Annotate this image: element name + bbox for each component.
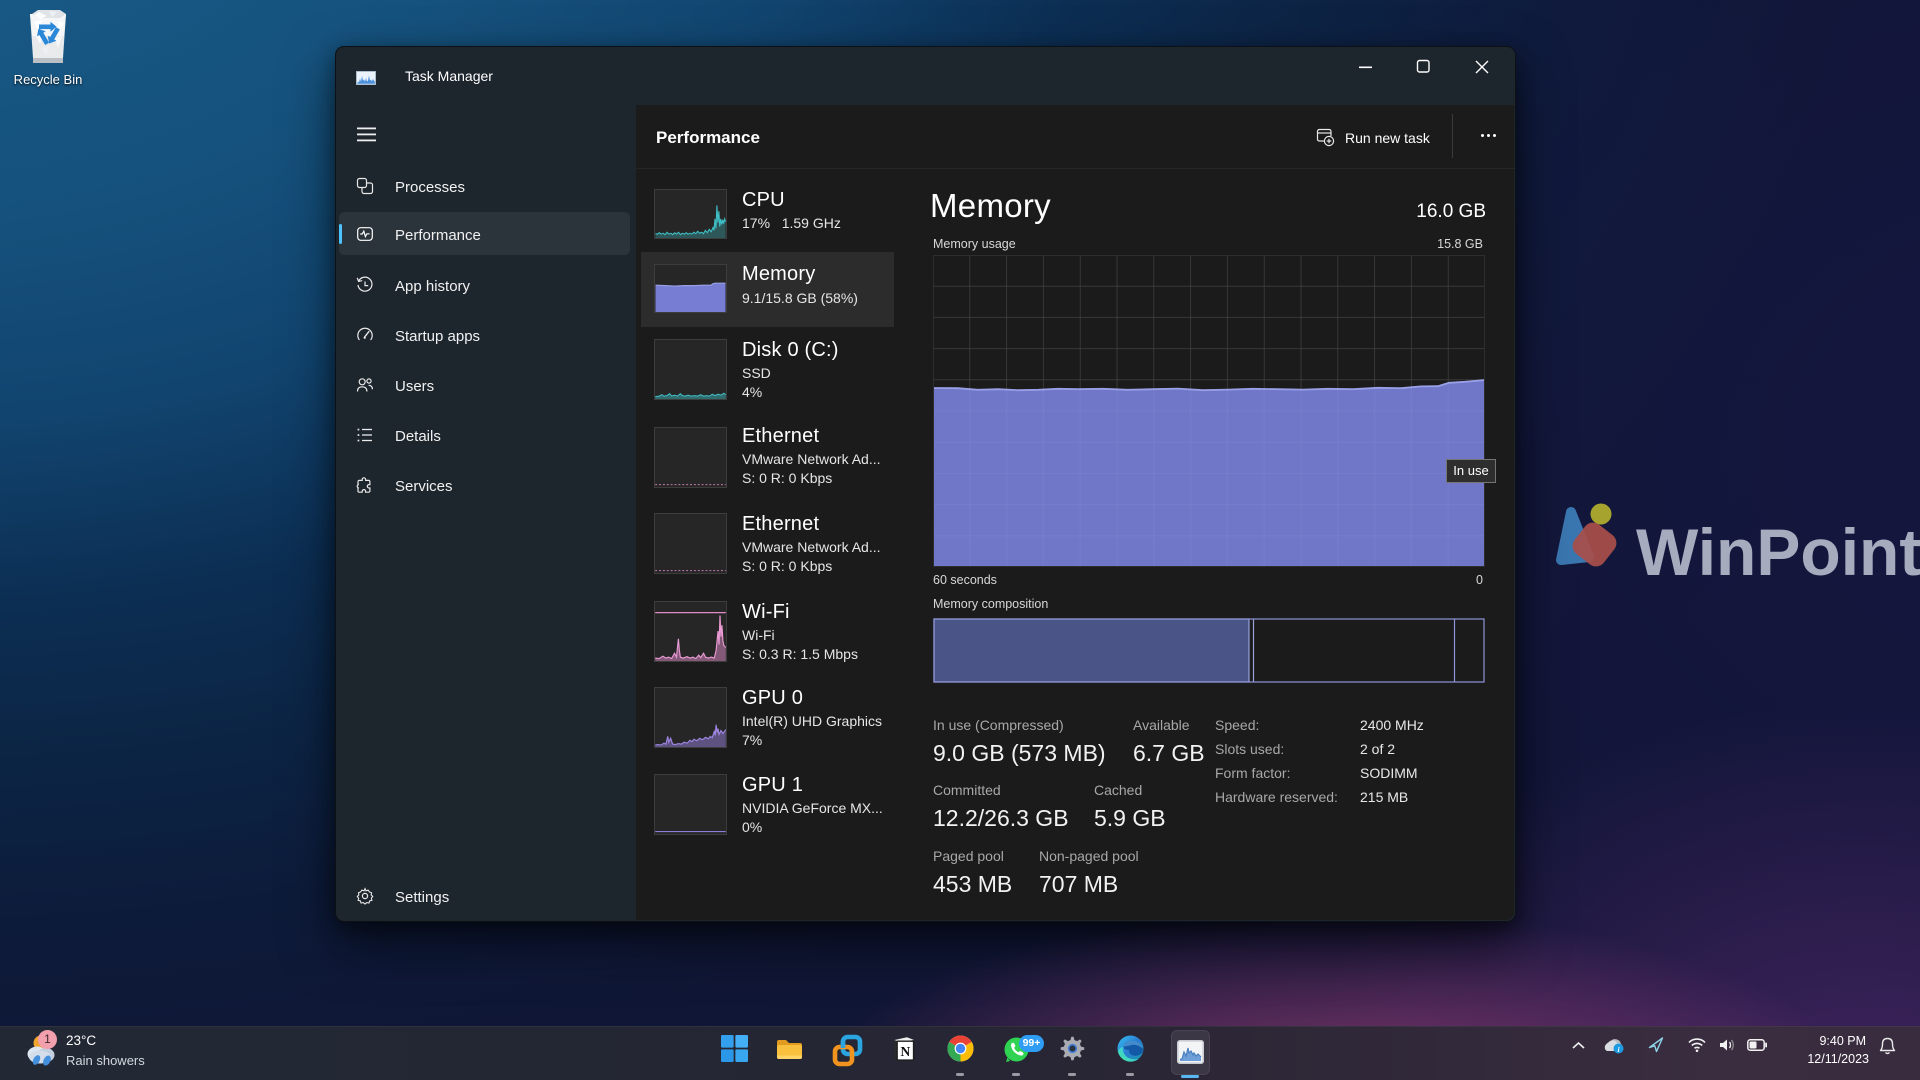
svg-text:N: N (901, 1044, 911, 1059)
